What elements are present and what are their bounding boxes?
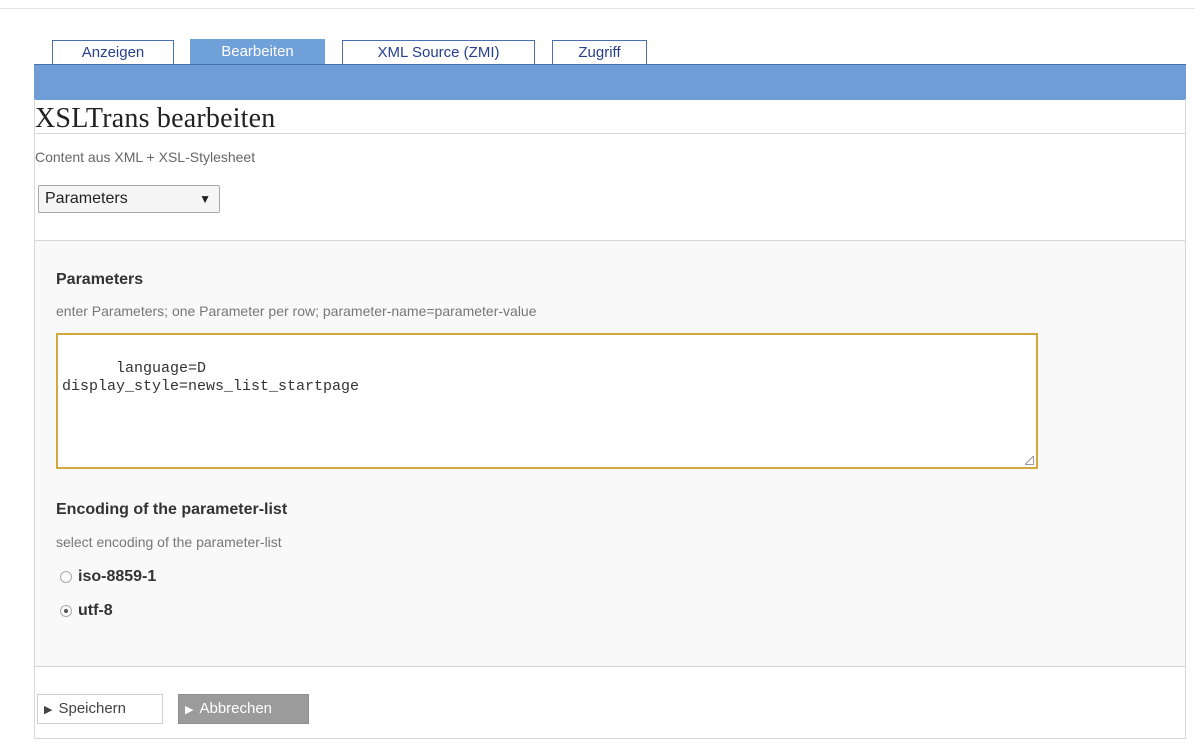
title-divider (35, 133, 1185, 134)
chevron-down-icon: ▼ (199, 192, 211, 206)
parameters-section: Parameters enter Parameters; one Paramet… (35, 240, 1185, 667)
play-icon: ▶ (44, 704, 53, 716)
encoding-option-utf-8[interactable]: utf-8 (60, 601, 113, 621)
radio-unchecked-icon[interactable] (60, 571, 72, 583)
encoding-option-label: utf-8 (78, 602, 113, 619)
tab-zugriff[interactable]: Zugriff (552, 40, 647, 64)
tab-bar (34, 64, 1186, 100)
tab-anzeigen[interactable]: Anzeigen (52, 40, 174, 64)
encoding-option-label: iso-8859-1 (78, 568, 157, 585)
tab-bearbeiten[interactable]: Bearbeiten (190, 39, 325, 65)
cancel-button[interactable]: ▶ Abbrechen (178, 694, 309, 724)
encoding-option-iso-8859-1[interactable]: iso-8859-1 (60, 567, 156, 587)
edit-panel: XSLTrans bearbeiten Content aus XML + XS… (34, 99, 1186, 739)
tab-xml-source[interactable]: XML Source (ZMI) (342, 40, 535, 64)
radio-checked-icon[interactable] (60, 605, 72, 617)
view-select[interactable]: Parameters ▼ (38, 185, 220, 213)
encoding-label: Encoding of the parameter-list (56, 501, 288, 518)
parameters-textarea[interactable]: language=D display_style=news_list_start… (56, 333, 1038, 469)
parameters-textarea-value: language=D display_style=news_list_start… (62, 360, 360, 395)
top-divider (0, 8, 1195, 9)
save-button[interactable]: ▶ Speichern (37, 694, 163, 724)
page-description: Content aus XML + XSL-Stylesheet (35, 149, 256, 165)
save-button-label: Speichern (58, 700, 127, 717)
cancel-button-label: Abbrechen (199, 700, 273, 717)
play-icon: ▶ (185, 704, 194, 716)
parameters-hint: enter Parameters; one Parameter per row;… (56, 303, 537, 319)
view-select-value: Parameters (45, 190, 128, 207)
parameters-label: Parameters (56, 271, 144, 288)
resize-handle-icon[interactable] (1025, 456, 1034, 465)
page-title: XSLTrans bearbeiten (35, 103, 276, 134)
encoding-hint: select encoding of the parameter-list (56, 534, 282, 550)
